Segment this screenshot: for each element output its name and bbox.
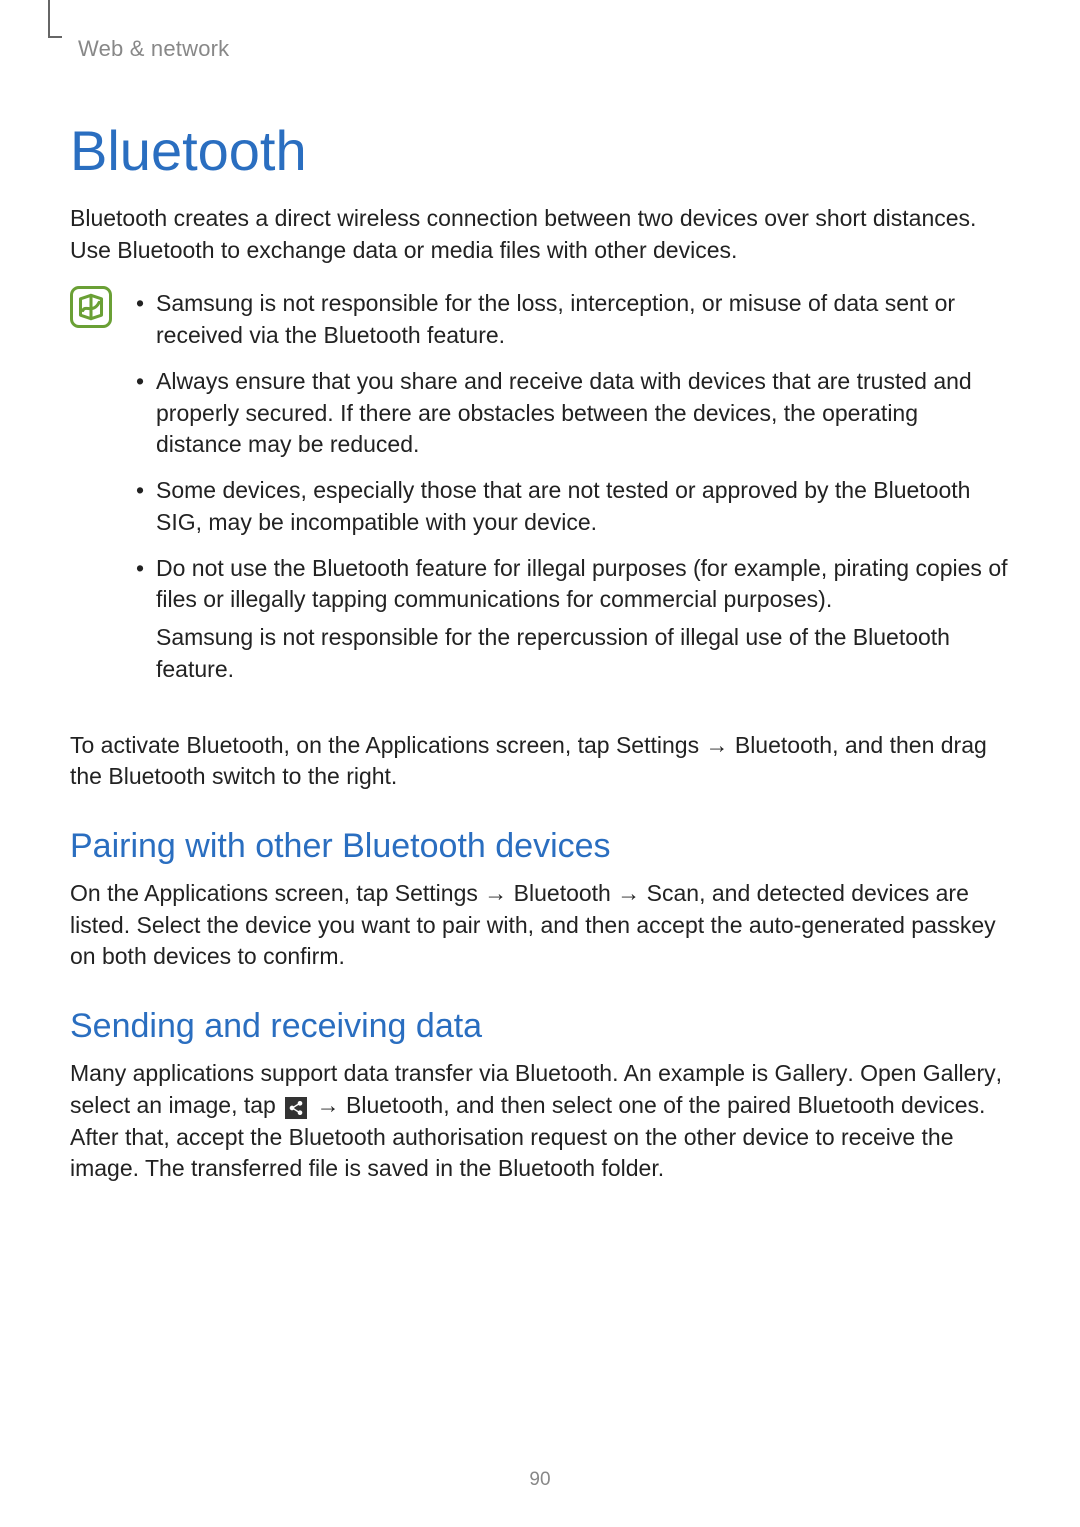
note-bullet-text: Do not use the Bluetooth feature for ill… — [156, 555, 1008, 613]
page-title: Bluetooth — [70, 118, 1010, 183]
page-corner-mark — [48, 0, 62, 38]
emph-bluetooth: Bluetooth — [346, 1092, 443, 1118]
note-bullet: Always ensure that you share and receive… — [128, 366, 1010, 461]
emph-settings: Settings — [616, 732, 699, 758]
note-bullet: Do not use the Bluetooth feature for ill… — [128, 553, 1010, 686]
emph-scan: Scan — [647, 880, 699, 906]
emph-bluetooth-folder: Bluetooth — [498, 1155, 595, 1181]
note-bullet: Samsung is not responsible for the loss,… — [128, 288, 1010, 351]
text: → — [611, 880, 647, 906]
pairing-paragraph: On the Applications screen, tap Settings… — [70, 878, 1010, 973]
emph-gallery: Gallery — [774, 1060, 847, 1086]
note-icon — [70, 286, 112, 328]
page-number: 90 — [0, 1469, 1080, 1491]
share-icon — [285, 1097, 307, 1119]
page-content: Web & network Bluetooth Bluetooth create… — [0, 0, 1080, 1185]
sending-paragraph: Many applications support data transfer … — [70, 1058, 1010, 1185]
text: Many applications support data transfer … — [70, 1060, 774, 1086]
text: . Open — [847, 1060, 922, 1086]
emph-gallery: Gallery — [923, 1060, 996, 1086]
note-bullet: Some devices, especially those that are … — [128, 475, 1010, 538]
sending-heading: Sending and receiving data — [70, 1007, 1010, 1046]
text: On the Applications screen, tap — [70, 880, 395, 906]
text: → — [478, 880, 514, 906]
text: folder. — [595, 1155, 664, 1181]
activate-paragraph: To activate Bluetooth, on the Applicatio… — [70, 730, 1010, 793]
emph-bluetooth-switch: Bluetooth — [108, 763, 205, 789]
note-bullets: Samsung is not responsible for the loss,… — [128, 286, 1010, 699]
text: To activate Bluetooth, on the Applicatio… — [70, 732, 616, 758]
text: → — [310, 1092, 346, 1118]
note-bullet-extra: Samsung is not responsible for the reper… — [156, 622, 1010, 685]
emph-bluetooth: Bluetooth — [514, 880, 611, 906]
text: → — [699, 732, 735, 758]
pairing-heading: Pairing with other Bluetooth devices — [70, 827, 1010, 866]
emph-settings: Settings — [395, 880, 478, 906]
emph-bluetooth: Bluetooth — [735, 732, 832, 758]
note-block: Samsung is not responsible for the loss,… — [70, 286, 1010, 699]
section-header: Web & network — [78, 36, 1010, 62]
text: switch to the right. — [206, 763, 398, 789]
intro-paragraph: Bluetooth creates a direct wireless conn… — [70, 203, 1010, 266]
